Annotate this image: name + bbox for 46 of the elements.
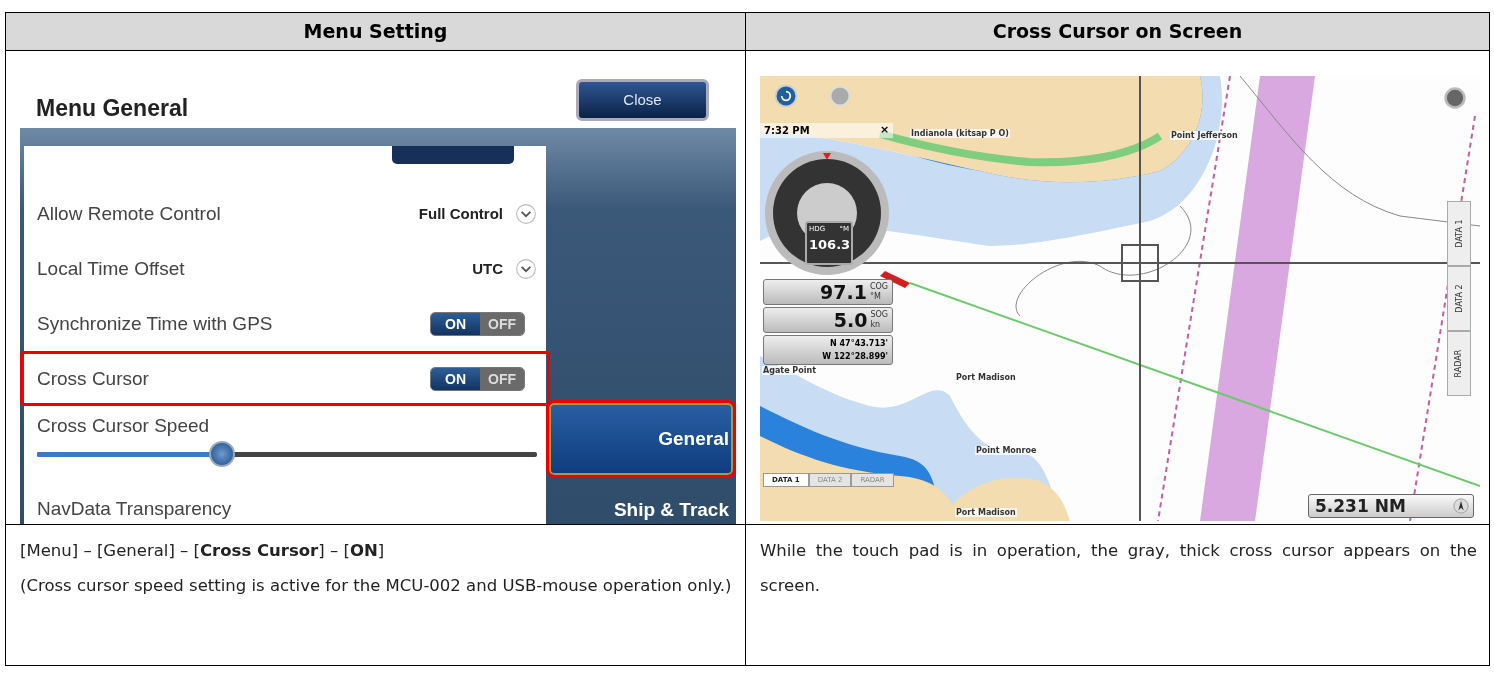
on-off-toggle[interactable]: ON OFF bbox=[430, 311, 525, 336]
slider[interactable] bbox=[37, 441, 537, 467]
distance-value: 5.231 NM bbox=[1315, 496, 1406, 516]
sidebar-item[interactable]: General bbox=[546, 400, 736, 478]
place-label: Agate Point bbox=[762, 366, 817, 375]
side-tab[interactable]: RADAR bbox=[1447, 331, 1471, 396]
round-button-icon bbox=[828, 84, 852, 108]
column-header: Cross Cursor on Screen bbox=[746, 13, 1489, 51]
setting-value: UTC bbox=[472, 260, 503, 277]
readout-label: SOG bbox=[870, 310, 888, 320]
setting-label: Synchronize Time with GPS bbox=[37, 312, 273, 335]
menu-title: Menu General bbox=[36, 94, 189, 122]
close-button[interactable]: × bbox=[880, 123, 890, 136]
close-button[interactable]: Close bbox=[576, 78, 709, 121]
place-label: Point Monroe bbox=[975, 446, 1038, 455]
setting-label: Cross Cursor bbox=[37, 367, 149, 390]
position-text: N 47°43.713' bbox=[830, 338, 888, 349]
side-tab[interactable]: DATA 2 bbox=[1447, 266, 1471, 331]
setting-label: NavData Transparency bbox=[37, 497, 232, 520]
chevron-down-icon bbox=[515, 202, 537, 225]
side-tab[interactable]: DATA 1 bbox=[1447, 201, 1471, 266]
caption-text: (Cross cursor speed setting is active for the MCU-002 and USB-mouse operation only.) bbox=[20, 575, 733, 597]
position-text: W 122°28.899' bbox=[822, 351, 888, 362]
caption-text: While the touch pad is in operation, the gray, thick cross cursor appears on the screen. bbox=[760, 540, 1477, 597]
readout-label: COG bbox=[869, 282, 888, 292]
sidebar-item[interactable]: Ship & Track bbox=[546, 488, 736, 524]
caption-text: [Menu] – [General] – [Cross Cursor] – [ON] bbox=[20, 540, 386, 562]
on-off-toggle[interactable]: ON OFF bbox=[430, 366, 525, 391]
place-label: Point Jefferson bbox=[1170, 131, 1239, 140]
readout-value: 97.1 bbox=[820, 281, 867, 303]
round-button-icon bbox=[1443, 86, 1467, 110]
readout-value: 5.0 bbox=[833, 309, 868, 331]
place-label: Port Madison bbox=[955, 508, 1017, 517]
readout-unit: °M bbox=[869, 292, 882, 302]
heading-value: 106.3 bbox=[809, 237, 849, 252]
setting-value: Full Control bbox=[418, 205, 503, 222]
setting-label: Cross Cursor Speed bbox=[37, 415, 210, 437]
place-label: Indianola (kitsap P O) bbox=[910, 129, 1010, 138]
round-button-icon bbox=[774, 84, 798, 108]
chevron-down-icon bbox=[515, 257, 537, 280]
column-header: Menu Setting bbox=[6, 13, 746, 51]
setting-label: Local Time Offset bbox=[37, 257, 185, 280]
place-label: Port Madison bbox=[955, 373, 1017, 382]
readout-unit: kn bbox=[870, 320, 882, 330]
slider-thumb[interactable] bbox=[209, 441, 235, 467]
setting-label: Allow Remote Control bbox=[37, 202, 221, 225]
